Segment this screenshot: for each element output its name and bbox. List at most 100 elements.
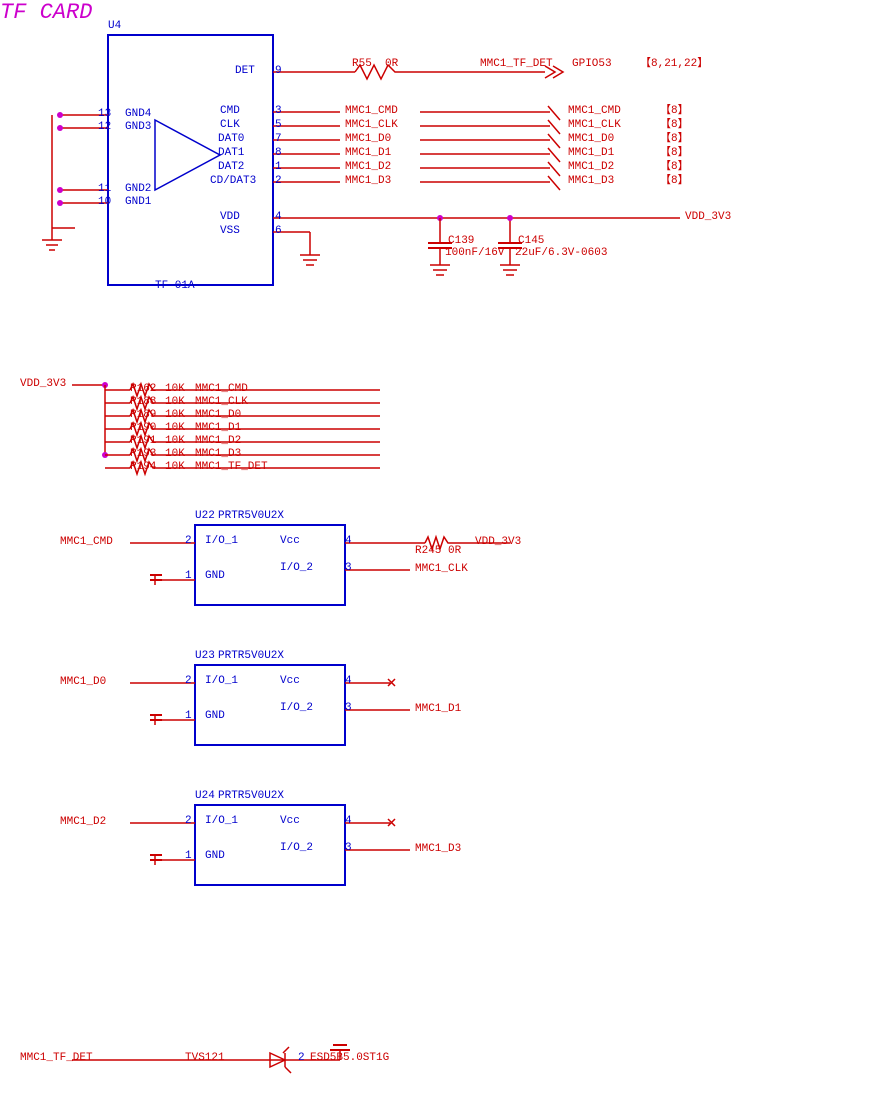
mmc1-d3-net1: MMC1_D3 xyxy=(345,175,391,188)
u4-clk-pin: CLK xyxy=(220,119,240,132)
gpio53-label: GPIO53 xyxy=(572,58,612,71)
schematic-diagram: U4 DET CMD CLK DAT0 DAT1 DAT2 CD/DAT3 VD… xyxy=(0,0,876,1114)
u4-gnd1-pin: GND1 xyxy=(125,196,151,209)
r188-label: R188 xyxy=(130,396,156,409)
u23-pin2: 2 xyxy=(185,675,192,688)
c139-value: 100nF/16V xyxy=(445,247,504,260)
r191-label: R191 xyxy=(130,435,156,448)
u22-io2: I/O_2 xyxy=(280,562,313,575)
mmc1-d0-net1: MMC1_D0 xyxy=(345,133,391,146)
mmc1-d1-bus: MMC1_D1 xyxy=(568,147,614,160)
pu-mmc1-clk: MMC1_CLK xyxy=(195,396,248,409)
mmc1-d3-bus: MMC1_D3 xyxy=(568,175,614,188)
u22-mmc1-cmd-in: MMC1_CMD xyxy=(60,536,113,549)
ann-8-d0: 【8】 xyxy=(660,133,689,146)
ann-8-d1: 【8】 xyxy=(660,147,689,160)
u24-pin4: 4 xyxy=(345,815,352,828)
pu-mmc1-d2: MMC1_D2 xyxy=(195,435,241,448)
tf-card-label: TF CARD xyxy=(0,0,876,25)
pin7: 7 xyxy=(275,133,282,146)
r162-value: 10K xyxy=(165,383,185,396)
u22-label: U22 xyxy=(195,510,215,523)
u24-mmc1-d2-in: MMC1_D2 xyxy=(60,816,106,829)
u24-type: PRTR5V0U2X xyxy=(218,790,284,803)
u22-vcc: Vcc xyxy=(280,535,300,548)
pu-mmc1-d1: MMC1_D1 xyxy=(195,422,241,435)
u22-pin4: 4 xyxy=(345,535,352,548)
u22-r245-label: R245 xyxy=(415,545,441,558)
r162-label: R162 xyxy=(130,383,156,396)
ann-8-cmd: 【8】 xyxy=(660,105,689,118)
u23-vcc: Vcc xyxy=(280,675,300,688)
pin4: 4 xyxy=(275,211,282,224)
pin2: 2 xyxy=(275,175,282,188)
u4-sublabel: TF-01A xyxy=(155,280,195,293)
tvs-mmc1-tf-det: MMC1_TF_DET xyxy=(20,1052,93,1065)
pin10: 10 xyxy=(98,196,111,209)
pin11: 11 xyxy=(98,183,111,196)
u24-mmc1-d3-out: MMC1_D3 xyxy=(415,843,461,856)
r55-value: 0R xyxy=(385,58,398,71)
r194-label: R194 xyxy=(130,461,156,474)
u23-gnd: GND xyxy=(205,710,225,723)
mmc1-tf-det-net: MMC1_TF_DET xyxy=(480,58,553,71)
mmc1-clk-net1: MMC1_CLK xyxy=(345,119,398,132)
u4-det-pin: DET xyxy=(235,65,255,78)
pu-mmc1-cmd: MMC1_CMD xyxy=(195,383,248,396)
tvs121-pin2: 2 xyxy=(298,1052,305,1065)
u22-pin1: 1 xyxy=(185,570,192,583)
u4-gnd4-pin: GND4 xyxy=(125,108,151,121)
u23-pin4: 4 xyxy=(345,675,352,688)
r189-label: R189 xyxy=(130,409,156,422)
r190-value: 10K xyxy=(165,422,185,435)
r193-value: 10K xyxy=(165,448,185,461)
mmc1-d2-net1: MMC1_D2 xyxy=(345,161,391,174)
r55-label: R55 xyxy=(352,58,372,71)
pin8: 8 xyxy=(275,147,282,160)
mmc1-clk-bus: MMC1_CLK xyxy=(568,119,621,132)
u4-gnd2-pin: GND2 xyxy=(125,183,151,196)
u24-pin2: 2 xyxy=(185,815,192,828)
u23-label: U23 xyxy=(195,650,215,663)
pin9: 9 xyxy=(275,65,282,78)
r189-value: 10K xyxy=(165,409,185,422)
u22-io1: I/O_1 xyxy=(205,535,238,548)
r191-value: 10K xyxy=(165,435,185,448)
u4-label: U4 xyxy=(108,20,121,33)
pin6: 6 xyxy=(275,225,282,238)
mmc1-cmd-bus: MMC1_CMD xyxy=(568,105,621,118)
vdd-3v3-label1: VDD_3V3 xyxy=(685,211,731,224)
u23-io1: I/O_1 xyxy=(205,675,238,688)
u22-mmc1-clk-out: MMC1_CLK xyxy=(415,563,468,576)
u4-gnd3-pin: GND3 xyxy=(125,121,151,134)
u24-pin1: 1 xyxy=(185,850,192,863)
u24-gnd: GND xyxy=(205,850,225,863)
u4-dat1-pin: DAT1 xyxy=(218,147,244,160)
ann-8-clk: 【8】 xyxy=(660,119,689,132)
u23-mmc1-d0-in: MMC1_D0 xyxy=(60,676,106,689)
u23-mmc1-d1-out: MMC1_D1 xyxy=(415,703,461,716)
u23-pin1: 1 xyxy=(185,710,192,723)
ann-8-d2: 【8】 xyxy=(660,161,689,174)
tvs121-label: TVS121 xyxy=(185,1052,225,1065)
r190-label: R190 xyxy=(130,422,156,435)
u23-pin3: 3 xyxy=(345,702,352,715)
mmc1-d1-net1: MMC1_D1 xyxy=(345,147,391,160)
pin12: 12 xyxy=(98,121,111,134)
u4-cddat3-pin: CD/DAT3 xyxy=(210,175,256,188)
mmc1-d0-bus: MMC1_D0 xyxy=(568,133,614,146)
pin5: 5 xyxy=(275,119,282,132)
u24-io2: I/O_2 xyxy=(280,842,313,855)
u24-io1: I/O_1 xyxy=(205,815,238,828)
mmc1-d2-bus: MMC1_D2 xyxy=(568,161,614,174)
u23-type: PRTR5V0U2X xyxy=(218,650,284,663)
u24-vcc: Vcc xyxy=(280,815,300,828)
vdd-3v3-pulup: VDD_3V3 xyxy=(20,378,66,391)
u4-vdd-pin: VDD xyxy=(220,211,240,224)
pu-mmc1-d3: MMC1_D3 xyxy=(195,448,241,461)
u22-r245-value: 0R xyxy=(448,545,461,558)
r188-value: 10K xyxy=(165,396,185,409)
u22-pin2: 2 xyxy=(185,535,192,548)
pu-mmc1-tf-det: MMC1_TF_DET xyxy=(195,461,268,474)
u24-label: U24 xyxy=(195,790,215,803)
